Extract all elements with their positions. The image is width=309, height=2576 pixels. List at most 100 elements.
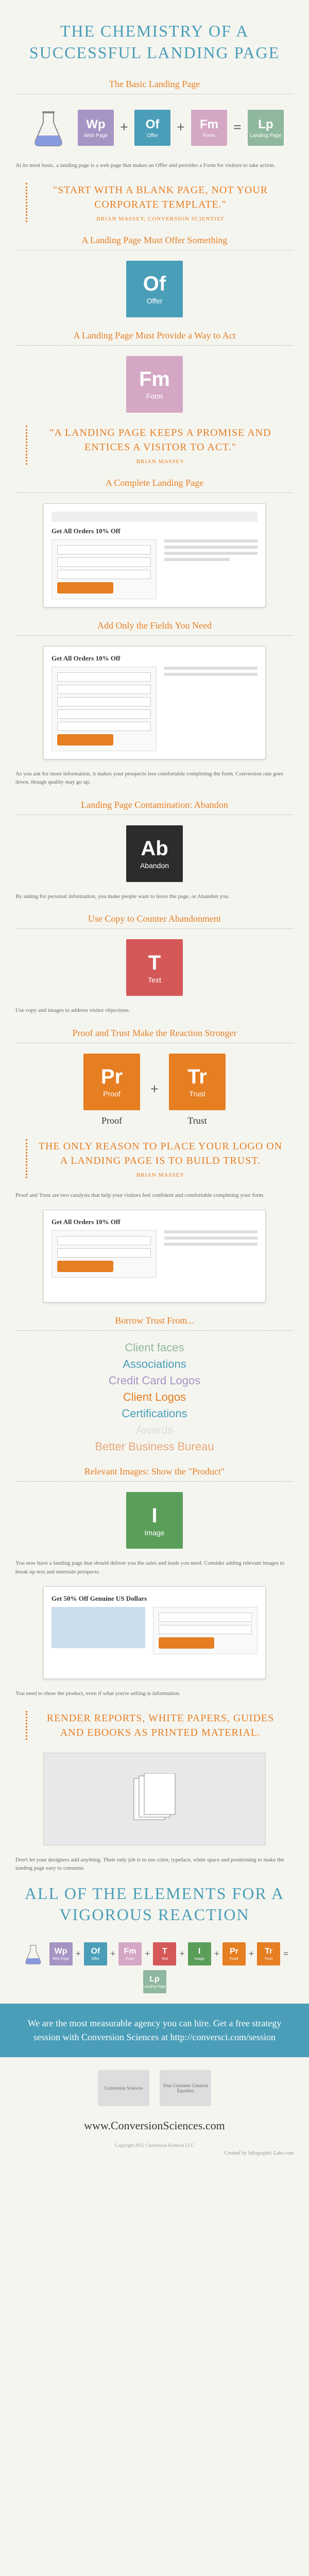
footer-logos: Conversion Sciences Your Customer Creati…	[15, 2070, 294, 2106]
screenshot-fields: Get All Orders 10% Off	[43, 646, 266, 759]
element-fm-large: Fm Form	[126, 356, 183, 413]
proof-trust-row: Pr Proof Proof + Tr Trust Trust	[15, 1054, 294, 1126]
borrow-item: Better Business Bureau	[15, 1440, 294, 1453]
element-wp: Wp Web Page	[78, 110, 114, 146]
element-of-large: Of Offer	[126, 261, 183, 317]
borrow-list: Client facesAssociationsCredit Card Logo…	[15, 1341, 294, 1453]
abandon-showcase: Ab Abandon	[15, 825, 294, 882]
footer-url[interactable]: www.ConversionSciences.com	[15, 2119, 294, 2132]
quote-text: "A LANDING PAGE KEEPS A PROMISE AND ENTI…	[38, 426, 283, 454]
offer-showcase: Of Offer	[15, 261, 294, 317]
element-symbol: I	[151, 1504, 157, 1528]
mock-title: Get All Orders 10% Off	[52, 527, 258, 535]
screenshot-prooftrust: Get All Orders 10% Off	[43, 1210, 266, 1302]
element-name: Image	[145, 1529, 165, 1537]
section-fields-title: Add Only the Fields You Need	[15, 620, 294, 636]
element-name: Form	[126, 1957, 134, 1961]
element-name: Web Page	[84, 133, 108, 139]
text-body: Use copy and images to address visitor o…	[15, 1006, 294, 1015]
form-showcase: Fm Form	[15, 356, 294, 413]
element-pr: PrProof	[222, 1942, 246, 1965]
section-form-title: A Landing Page Must Provide a Way to Act	[15, 330, 294, 346]
borrow-item: Client faces	[15, 1341, 294, 1354]
element-i: IImage	[188, 1942, 211, 1965]
basic-body: At its most basic, a landing page is a w…	[15, 161, 294, 170]
operator-equals: =	[283, 1948, 288, 1959]
abandon-body: By asking for personal information, you …	[15, 892, 294, 901]
images-body2: You need to show the product, even if wh…	[15, 1689, 294, 1698]
prooftrust-body: Proof and Trust are two catalysts that h…	[15, 1191, 294, 1200]
section-offer-title: A Landing Page Must Offer Something	[15, 235, 294, 250]
element-fm: FmForm	[118, 1942, 142, 1965]
operator-plus: +	[76, 1948, 81, 1959]
element-ab-large: Ab Abandon	[126, 825, 183, 882]
operator-plus: +	[214, 1948, 219, 1959]
element-name: Form	[146, 392, 163, 400]
quote-form: "A LANDING PAGE KEEPS A PROMISE AND ENTI…	[26, 426, 283, 465]
page-title: THE CHEMISTRY OF A SUCCESSFUL LANDING PA…	[15, 21, 294, 63]
logo-book: Your Customer Creation Equation	[160, 2070, 211, 2106]
element-name: Text	[148, 976, 161, 984]
element-of: Of Offer	[134, 110, 170, 146]
operator-plus: +	[120, 120, 128, 136]
quote-attrib: BRIAN MASSEY, CONVERSION SCIENTIST	[38, 216, 283, 222]
element-t: TText	[153, 1942, 176, 1965]
quote-attrib: BRIAN MASSEY	[38, 459, 283, 465]
element-symbol: Of	[91, 1947, 100, 1956]
quote-render: RENDER REPORTS, WHITE PAPERS, GUIDES AND…	[26, 1711, 283, 1740]
element-symbol: T	[162, 1947, 167, 1956]
element-symbol: Tr	[187, 1065, 207, 1089]
element-name: Form	[203, 133, 215, 139]
quote-prooftrust: THE ONLY REASON TO PLACE YOUR LOGO ON A …	[26, 1139, 283, 1178]
element-symbol: Pr	[230, 1947, 238, 1956]
element-i-large: I Image	[126, 1492, 183, 1549]
element-symbol: Tr	[265, 1947, 272, 1956]
section-borrow-title: Borrow Trust From...	[15, 1315, 294, 1331]
mock-title: Get All Orders 10% Off	[52, 1218, 258, 1226]
quote-attrib: BRIAN MASSEY	[38, 1172, 283, 1178]
all-elements-row: WpWeb Page+OfOffer+FmForm+TText+IImage+P…	[15, 1941, 294, 1993]
element-name: Landing Page	[250, 133, 282, 139]
element-tr-large: Tr Trust	[169, 1054, 226, 1110]
element-name: Offer	[147, 297, 163, 305]
element-symbol: Fm	[200, 117, 218, 132]
element-symbol: Fm	[124, 1947, 136, 1956]
cta-block: We are the most measurable agency you ca…	[0, 2004, 309, 2057]
trust-label: Trust	[169, 1115, 226, 1126]
element-name: Offer	[147, 133, 158, 139]
element-tr: TrTrust	[257, 1942, 280, 1965]
element-name: Text	[161, 1957, 168, 1961]
element-symbol: T	[148, 952, 161, 975]
element-lp: Lp Landing Page	[248, 110, 284, 146]
borrow-item: Credit Card Logos	[15, 1374, 294, 1387]
element-symbol: Pr	[101, 1065, 123, 1089]
element-name: Trust	[265, 1957, 273, 1961]
element-name: Trust	[189, 1090, 205, 1098]
operator-plus: +	[150, 1081, 159, 1098]
image-showcase: I Image	[15, 1492, 294, 1549]
operator-plus: +	[249, 1948, 254, 1959]
element-lp: LpLanding Page	[143, 1970, 166, 1993]
element-name: Web Page	[53, 1957, 70, 1961]
quote-text: THE ONLY REASON TO PLACE YOUR LOGO ON A …	[38, 1139, 283, 1168]
element-symbol: Lp	[149, 1975, 160, 1984]
mock-title: Get 50% Off Genuine US Dollars	[52, 1595, 258, 1603]
element-pr-large: Pr Proof	[83, 1054, 140, 1110]
screenshot-images: Get 50% Off Genuine US Dollars	[43, 1586, 266, 1679]
element-name: Abandon	[140, 861, 169, 870]
operator-plus: +	[110, 1948, 115, 1959]
borrow-item: Client Logos	[15, 1391, 294, 1404]
element-name: Proof	[103, 1090, 120, 1098]
element-name: Offer	[92, 1957, 99, 1961]
element-symbol: Wp	[55, 1947, 67, 1956]
element-fm: Fm Form	[191, 110, 227, 146]
element-of: OfOffer	[84, 1942, 107, 1965]
element-symbol: Lp	[258, 117, 273, 132]
element-name: Landing Page	[143, 1985, 165, 1989]
element-symbol: Fm	[139, 368, 170, 391]
quote-basic: "START WITH A BLANK PAGE, NOT YOUR CORPO…	[26, 183, 283, 222]
element-t-large: T Text	[126, 939, 183, 996]
borrow-item: Certifications	[15, 1407, 294, 1420]
screenshot-complete: Get All Orders 10% Off	[43, 503, 266, 607]
footer-copyright: Copyright 2012 Conversion Sciences LLC	[15, 2143, 294, 2148]
